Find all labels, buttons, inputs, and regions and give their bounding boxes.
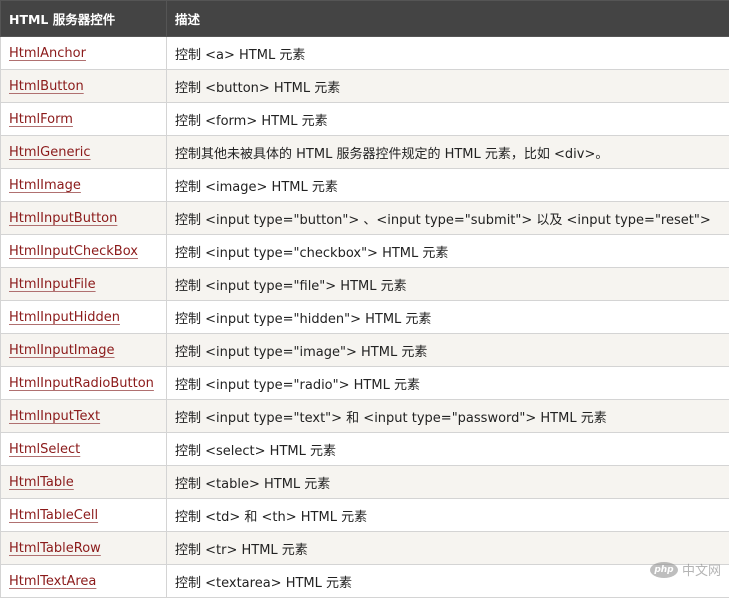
table-row: HtmlInputHidden 控制 <input type="hidden"> …	[1, 301, 729, 334]
table-row: HtmlInputCheckBox 控制 <input type="checkbo…	[1, 235, 729, 268]
control-link[interactable]: HtmlTableRow	[9, 541, 101, 556]
control-description: 控制 <input type="radio"> HTML 元素	[167, 367, 729, 400]
control-link[interactable]: HtmlTextArea	[9, 574, 96, 589]
control-name-cell: HtmlInputButton	[1, 202, 167, 235]
control-name-cell: HtmlInputHidden	[1, 301, 167, 334]
control-description: 控制 <input type="file"> HTML 元素	[167, 268, 729, 301]
control-name-cell: HtmlTableRow	[1, 532, 167, 565]
control-name-cell: HtmlImage	[1, 169, 167, 202]
control-description: 控制 <tr> HTML 元素	[167, 532, 729, 565]
control-name-cell: HtmlTableCell	[1, 499, 167, 532]
table-row: HtmlInputText 控制 <input type="text"> 和 <i…	[1, 400, 729, 433]
control-link[interactable]: HtmlInputText	[9, 409, 100, 424]
control-link[interactable]: HtmlForm	[9, 112, 73, 127]
control-link[interactable]: HtmlTable	[9, 475, 74, 490]
control-link[interactable]: HtmlInputButton	[9, 211, 117, 226]
control-description: 控制其他未被具体的 HTML 服务器控件规定的 HTML 元素，比如 <div>…	[167, 136, 729, 169]
header-description: 描述	[167, 1, 729, 37]
table-row: HtmlInputFile 控制 <input type="file"> HTML…	[1, 268, 729, 301]
control-link[interactable]: HtmlImage	[9, 178, 81, 193]
table-header: HTML 服务器控件 描述	[1, 1, 729, 37]
control-link[interactable]: HtmlSelect	[9, 442, 80, 457]
table-row: HtmlTable 控制 <table> HTML 元素	[1, 466, 729, 499]
control-link[interactable]: HtmlGeneric	[9, 145, 91, 160]
table-row: HtmlInputButton 控制 <input type="button"> …	[1, 202, 729, 235]
control-name-cell: HtmlInputText	[1, 400, 167, 433]
control-description: 控制 <a> HTML 元素	[167, 37, 729, 70]
control-link[interactable]: HtmlInputCheckBox	[9, 244, 138, 259]
control-description: 控制 <textarea> HTML 元素	[167, 565, 729, 598]
table-body: HtmlAnchor 控制 <a> HTML 元素 HtmlButton 控制 <bu…	[1, 37, 729, 598]
control-description: 控制 <table> HTML 元素	[167, 466, 729, 499]
control-description: 控制 <input type="image"> HTML 元素	[167, 334, 729, 367]
control-name-cell: HtmlTextArea	[1, 565, 167, 598]
table-row: HtmlTableRow 控制 <tr> HTML 元素	[1, 532, 729, 565]
control-name-cell: HtmlSelect	[1, 433, 167, 466]
control-description: 控制 <select> HTML 元素	[167, 433, 729, 466]
control-link[interactable]: HtmlInputFile	[9, 277, 96, 292]
control-description: 控制 <input type="text"> 和 <input type="pa…	[167, 400, 729, 433]
control-description: 控制 <input type="hidden"> HTML 元素	[167, 301, 729, 334]
control-link[interactable]: HtmlAnchor	[9, 46, 86, 61]
table-row: HtmlInputRadioButton 控制 <input type="radi…	[1, 367, 729, 400]
control-name-cell: HtmlButton	[1, 70, 167, 103]
control-name-cell: HtmlInputCheckBox	[1, 235, 167, 268]
control-description: 控制 <input type="checkbox"> HTML 元素	[167, 235, 729, 268]
controls-table: HTML 服务器控件 描述 HtmlAnchor控制 <a> HTML 元素Ht…	[0, 0, 729, 598]
control-name-cell: HtmlTable	[1, 466, 167, 499]
header-row: HTML 服务器控件 描述	[1, 1, 729, 37]
table-row: HtmlSelect 控制 <select> HTML 元素	[1, 433, 729, 466]
table-row: HtmlTableCell 控制 <td> 和 <th> HTML 元素	[1, 499, 729, 532]
table-row: HtmlForm 控制 <form> HTML 元素	[1, 103, 729, 136]
control-link[interactable]: HtmlButton	[9, 79, 84, 94]
table-row: HtmlGeneric 控制其他未被具体的 HTML 服务器控件规定的 HTML …	[1, 136, 729, 169]
control-link[interactable]: HtmlInputImage	[9, 343, 115, 358]
control-description: 控制 <image> HTML 元素	[167, 169, 729, 202]
header-control-name: HTML 服务器控件	[1, 1, 167, 37]
control-description: 控制 <form> HTML 元素	[167, 103, 729, 136]
table-row: HtmlTextArea 控制 <textarea> HTML 元素	[1, 565, 729, 598]
control-description: 控制 <button> HTML 元素	[167, 70, 729, 103]
table-row: HtmlButton 控制 <button> HTML 元素	[1, 70, 729, 103]
control-link[interactable]: HtmlInputHidden	[9, 310, 120, 325]
control-name-cell: HtmlInputFile	[1, 268, 167, 301]
table-row: HtmlInputImage 控制 <input type="image"> HT…	[1, 334, 729, 367]
control-name-cell: HtmlAnchor	[1, 37, 167, 70]
control-name-cell: HtmlInputImage	[1, 334, 167, 367]
control-link[interactable]: HtmlTableCell	[9, 508, 98, 523]
control-name-cell: HtmlGeneric	[1, 136, 167, 169]
control-description: 控制 <input type="button"> 、<input type="s…	[167, 202, 729, 235]
table-row: HtmlImage 控制 <image> HTML 元素	[1, 169, 729, 202]
control-description: 控制 <td> 和 <th> HTML 元素	[167, 499, 729, 532]
control-name-cell: HtmlForm	[1, 103, 167, 136]
control-name-cell: HtmlInputRadioButton	[1, 367, 167, 400]
table-row: HtmlAnchor 控制 <a> HTML 元素	[1, 37, 729, 70]
control-link[interactable]: HtmlInputRadioButton	[9, 376, 154, 391]
